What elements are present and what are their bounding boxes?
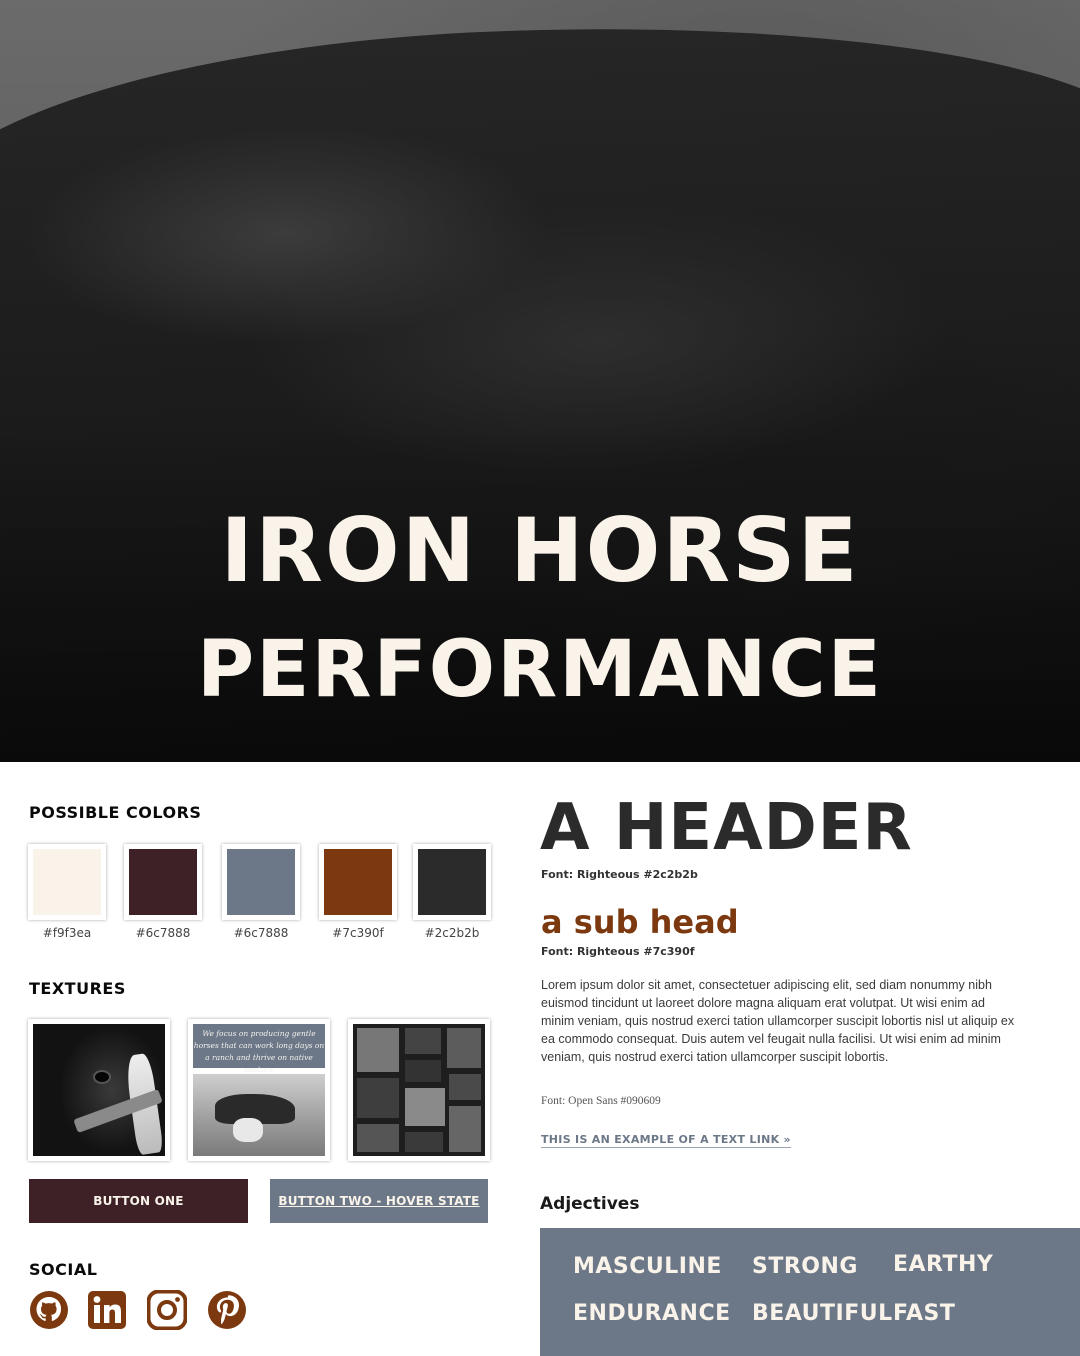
collage-tile xyxy=(405,1028,441,1054)
hero-banner: IRON HORSE PERFORMANCE xyxy=(0,0,1080,762)
color-swatch xyxy=(222,844,300,920)
hero-title-line1: IRON HORSE xyxy=(220,499,860,602)
instagram-icon[interactable] xyxy=(147,1290,187,1330)
button-one[interactable]: BUTTON ONE xyxy=(29,1179,248,1223)
texture-photo xyxy=(33,1024,165,1156)
adjectives-panel: MASCULINE STRONG EARTHY ENDURANCE BEAUTI… xyxy=(540,1228,1080,1356)
collage-tile xyxy=(405,1060,441,1082)
adjective-item: ENDURANCE xyxy=(573,1301,731,1326)
color-swatch xyxy=(413,844,491,920)
swatch-fill xyxy=(227,849,295,915)
collage-tile xyxy=(447,1028,481,1068)
collage-tile xyxy=(405,1088,445,1126)
adjective-item: MASCULINE xyxy=(573,1254,722,1279)
swatch-label: #f9f3ea xyxy=(42,926,92,940)
textures-section-title: TEXTURES xyxy=(29,979,126,998)
color-swatch xyxy=(28,844,106,920)
adjective-item: BEAUTIFUL xyxy=(752,1301,893,1326)
colors-section-title: POSSIBLE COLORS xyxy=(29,803,202,822)
collage-tile xyxy=(405,1132,443,1152)
text-link-example[interactable]: THIS IS AN EXAMPLE OF A TEXT LINK » xyxy=(541,1133,791,1148)
texture-photo: We focus on producing gentle horses that… xyxy=(193,1024,325,1156)
texture-horses-photo xyxy=(193,1074,325,1156)
adjective-item: FAST xyxy=(893,1301,956,1326)
linkedin-icon[interactable] xyxy=(87,1290,127,1330)
swatch-label: #6c7888 xyxy=(135,926,191,940)
collage-tile xyxy=(357,1078,399,1118)
foal-shape xyxy=(233,1118,263,1142)
swatch-fill xyxy=(418,849,486,915)
subhead-font-note: Font: Righteous #7c390f xyxy=(541,945,695,958)
hero-title-line2: PERFORMANCE xyxy=(197,625,883,715)
swatch-label: #2c2b2b xyxy=(424,926,480,940)
sample-header: A HEADER xyxy=(540,791,913,865)
texture-caption-band: We focus on producing gentle horses that… xyxy=(193,1024,325,1074)
texture-horse-head xyxy=(28,1019,170,1161)
button-two-hover[interactable]: BUTTON TWO - HOVER STATE xyxy=(270,1179,488,1223)
collage-tile xyxy=(449,1106,481,1152)
body-text-sample: Lorem ipsum dolor sit amet, consectetuer… xyxy=(541,978,1015,1064)
adjectives-title: Adjectives xyxy=(540,1194,640,1214)
collage-tile xyxy=(357,1028,399,1072)
social-section-title: SOCIAL xyxy=(29,1260,98,1279)
texture-caption-photo: We focus on producing gentle horses that… xyxy=(188,1019,330,1161)
adjective-item: EARTHY xyxy=(893,1252,994,1277)
sample-subhead: a sub head xyxy=(541,903,739,941)
adjective-item: STRONG xyxy=(752,1254,858,1279)
swatch-fill xyxy=(324,849,392,915)
header-font-note: Font: Righteous #2c2b2b xyxy=(541,868,698,881)
color-swatch xyxy=(124,844,202,920)
pinterest-icon[interactable] xyxy=(207,1290,247,1330)
swatch-label: #6c7888 xyxy=(233,926,289,940)
swatch-fill xyxy=(129,849,197,915)
horse-eye xyxy=(95,1072,109,1082)
body-font-note: Font: Open Sans #090609 xyxy=(541,1095,661,1107)
texture-photo xyxy=(353,1024,485,1156)
collage-tile xyxy=(449,1074,481,1100)
texture-collage xyxy=(348,1019,490,1161)
collage-tile xyxy=(357,1124,399,1152)
github-icon[interactable] xyxy=(29,1290,69,1330)
swatch-label: #7c390f xyxy=(332,926,384,940)
color-swatch xyxy=(319,844,397,920)
swatch-fill xyxy=(33,849,101,915)
